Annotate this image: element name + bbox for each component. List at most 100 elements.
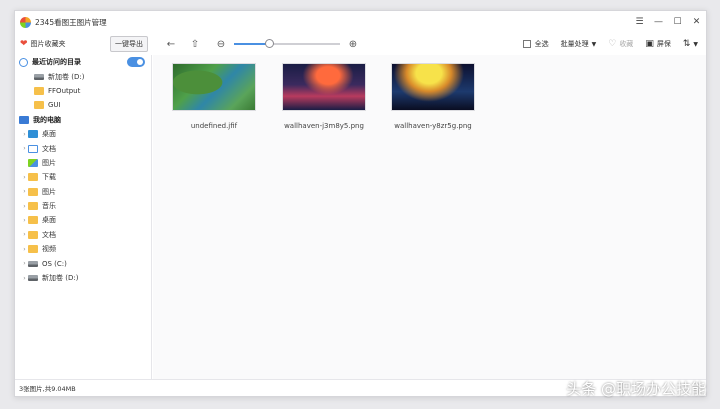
thumbnail-item[interactable]: wallhaven-y8zr5g.png xyxy=(391,63,475,130)
expand-arrow-icon[interactable]: › xyxy=(21,203,28,210)
expand-arrow-icon[interactable]: › xyxy=(21,188,28,195)
drive-icon xyxy=(28,275,38,282)
sidebar-item-label: 文档 xyxy=(42,144,56,153)
sidebar-item[interactable]: › 桌面 xyxy=(15,213,151,227)
zoom-slider-handle[interactable] xyxy=(264,39,274,48)
folder-icon xyxy=(28,230,38,239)
recent-list: 新加卷 (D:) FFOutput GUI xyxy=(15,69,151,112)
sidebar-item-label: FFOutput xyxy=(48,86,81,95)
sidebar-item[interactable]: › 音乐 xyxy=(15,199,151,213)
right-toolbar: 全选 批量处理 ▼ ♡ 收藏 ▣ 屏保 ⇅ ▼ xyxy=(511,39,706,49)
sidebar-item-label: GUI xyxy=(48,101,61,110)
thumbnail-filename: wallhaven-y8zr5g.png xyxy=(394,122,472,130)
sidebar-item[interactable]: 图片 xyxy=(15,156,151,170)
clock-icon xyxy=(19,57,28,67)
favorites-label[interactable]: 图片收藏夹 xyxy=(31,39,66,49)
recent-section[interactable]: 最近访问的目录 xyxy=(15,55,151,69)
expand-arrow-icon[interactable]: › xyxy=(21,246,28,253)
batch-process-button[interactable]: 批量处理 ▼ xyxy=(561,39,597,49)
drive-icon xyxy=(28,260,38,267)
sidebar-item[interactable]: › 新加卷 (D:) xyxy=(15,271,151,285)
back-arrow-icon[interactable]: ← xyxy=(162,35,180,53)
sidebar-item[interactable]: › 文档 xyxy=(15,228,151,242)
thumbnail-item[interactable]: wallhaven-j3m8y5.png xyxy=(282,63,366,130)
sidebar-item-label: 图片 xyxy=(42,187,56,196)
recent-toggle[interactable] xyxy=(127,57,145,67)
sidebar-item-label: OS (C:) xyxy=(42,259,67,268)
sidebar-item[interactable]: › 图片 xyxy=(15,185,151,199)
pc-section[interactable]: 我的电脑 xyxy=(15,113,151,127)
sidebar-item[interactable]: › 下载 xyxy=(15,170,151,184)
sidebar-item[interactable]: › 视频 xyxy=(15,242,151,256)
folder-icon xyxy=(28,187,38,196)
thumbnail-filename: undefined.jfif xyxy=(190,122,238,130)
heart-outline-icon: ♡ xyxy=(608,39,617,49)
folder-icon xyxy=(34,101,44,110)
document-icon xyxy=(28,144,38,153)
expand-arrow-icon[interactable]: › xyxy=(21,260,28,267)
folder-icon xyxy=(34,86,44,95)
sidebar-item-label: 音乐 xyxy=(42,202,56,211)
screensaver-label: 屏保 xyxy=(656,40,671,48)
app-window: 2345看图王图片管理 ☰ — ☐ ✕ ❤ 图片收藏夹 一键导出 ← ⇧ ⊖ ⊕ xyxy=(14,10,707,397)
thumbnail-area: undefined.jfif wallhaven-j3m8y5.png wall… xyxy=(153,55,706,381)
sidebar-item[interactable]: › 文档 xyxy=(15,141,151,155)
zoom-slider[interactable] xyxy=(234,39,340,48)
folder-icon xyxy=(28,173,38,182)
sidebar-item[interactable]: › OS (C:) xyxy=(15,256,151,270)
toolbar: ❤ 图片收藏夹 一键导出 ← ⇧ ⊖ ⊕ 全选 批量处理 ▼ ♡ 收藏 ▣ 屏保… xyxy=(15,33,706,55)
pc-section-title: 我的电脑 xyxy=(33,115,61,124)
sidebar-item-label: 新加卷 (D:) xyxy=(42,274,79,283)
sidebar-item-label: 新加卷 (D:) xyxy=(48,72,85,81)
menu-icon[interactable]: ☰ xyxy=(630,11,649,33)
sidebar-item[interactable]: FFOutput xyxy=(15,84,151,98)
favorites-bar: ❤ 图片收藏夹 一键导出 xyxy=(15,33,152,55)
zoom-slider-fill xyxy=(234,43,269,45)
screensaver-button[interactable]: ▣ 屏保 xyxy=(645,39,671,49)
thumbnail-item[interactable]: undefined.jfif xyxy=(172,63,256,130)
zoom-out-icon[interactable]: ⊖ xyxy=(212,35,230,53)
drive-icon xyxy=(34,73,44,80)
heart-icon[interactable]: ❤ xyxy=(20,39,28,49)
sidebar-item-label: 桌面 xyxy=(42,130,56,139)
sidebar-item[interactable]: GUI xyxy=(15,98,151,112)
folder-icon xyxy=(28,216,38,225)
close-icon[interactable]: ✕ xyxy=(687,11,706,33)
minimize-icon[interactable]: — xyxy=(649,11,668,33)
expand-arrow-icon[interactable]: › xyxy=(21,231,28,238)
status-summary: 3张图片,共9.04MB xyxy=(19,385,76,393)
collect-label: 收藏 xyxy=(619,40,634,48)
select-all-label: 全选 xyxy=(534,40,549,48)
sidebar: 最近访问的目录 新加卷 (D:) FFOutput GUI 我的电脑 › 桌面 › 文档图… xyxy=(15,55,152,381)
maximize-icon[interactable]: ☐ xyxy=(668,11,687,33)
collect-button[interactable]: ♡ 收藏 xyxy=(608,39,633,49)
expand-arrow-icon[interactable]: › xyxy=(21,145,28,152)
sidebar-item-label: 图片 xyxy=(42,158,56,167)
desktop-icon xyxy=(28,130,38,139)
zoom-in-icon[interactable]: ⊕ xyxy=(344,35,362,53)
up-arrow-icon[interactable]: ⇧ xyxy=(186,35,204,53)
sort-button[interactable]: ⇅ ▼ xyxy=(683,39,698,49)
thumbnail-filename: wallhaven-j3m8y5.png xyxy=(284,122,364,130)
watermark-text: 头条 @职场办公技能 xyxy=(566,380,706,398)
batch-label: 批量处理 xyxy=(560,40,589,48)
sidebar-item-label: 下载 xyxy=(42,173,56,182)
window-controls: ☰ — ☐ ✕ xyxy=(630,11,706,33)
thumbnail-image[interactable] xyxy=(391,63,475,111)
app-logo-icon xyxy=(20,16,31,28)
sidebar-item[interactable]: › 桌面 xyxy=(15,127,151,141)
expand-arrow-icon[interactable]: › xyxy=(21,217,28,224)
expand-arrow-icon[interactable]: › xyxy=(21,174,28,181)
thumbnail-image[interactable] xyxy=(172,63,256,111)
sidebar-item[interactable]: 新加卷 (D:) xyxy=(15,69,151,83)
select-all-checkbox[interactable]: 全选 xyxy=(522,39,549,49)
thumbnail-image[interactable] xyxy=(282,63,366,111)
expand-arrow-icon[interactable]: › xyxy=(21,275,28,282)
expand-arrow-icon[interactable]: › xyxy=(21,131,28,138)
computer-icon xyxy=(19,115,29,124)
sidebar-item-label: 视频 xyxy=(42,245,56,254)
chevron-down-icon: ▼ xyxy=(591,40,597,48)
title-bar: 2345看图王图片管理 ☰ — ☐ ✕ xyxy=(15,11,706,33)
zoom-control: ⊖ ⊕ xyxy=(212,35,362,53)
export-button[interactable]: 一键导出 xyxy=(110,36,148,52)
